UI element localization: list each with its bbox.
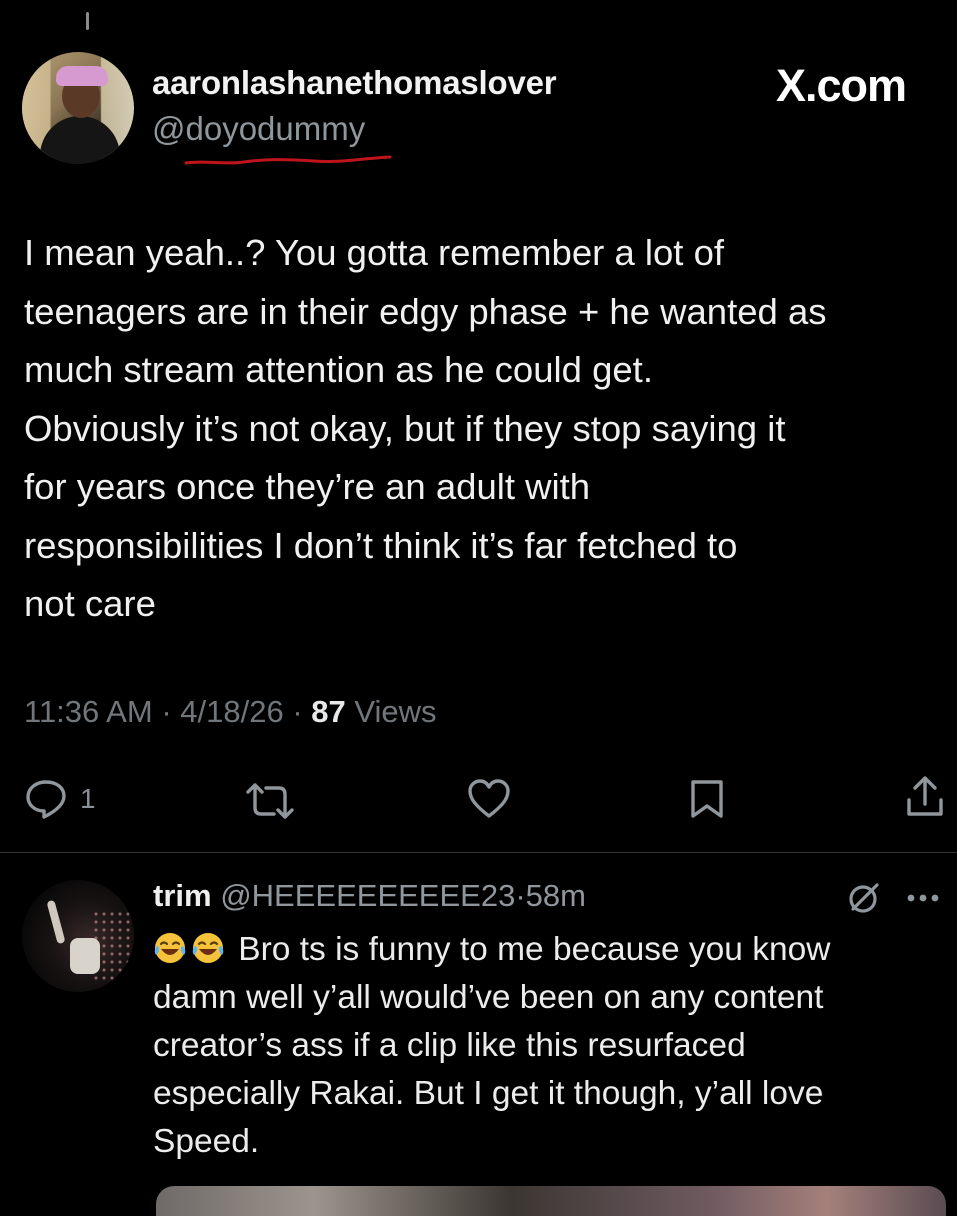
tweet-line: not care — [24, 583, 156, 624]
tweet-line: I mean yeah..? You gotta remember a lot … — [24, 232, 725, 273]
reply-display-name[interactable]: trim — [153, 878, 212, 913]
bookmark-button[interactable] — [688, 778, 726, 820]
laughing-tears-emoji-icon — [192, 933, 224, 963]
reply-time[interactable]: 58m — [526, 878, 586, 913]
views-count: 87 — [311, 694, 346, 729]
reply-text: Bro ts is funny to me because you know d… — [153, 926, 943, 1166]
reply-line: especially Rakai. But I get it though, y… — [153, 1075, 824, 1112]
reply-header-icons — [846, 880, 940, 916]
reply-line: Speed. — [153, 1123, 260, 1160]
author-avatar[interactable] — [22, 52, 134, 164]
share-icon — [907, 776, 943, 816]
reply-handle[interactable]: @HEEEEEEEEEE23 — [220, 878, 515, 913]
tweet-time[interactable]: 11:36 AM — [24, 694, 153, 729]
tweet-line: much stream attention as he could get. — [24, 349, 653, 390]
tweet-line: for years once they’re an adult with — [24, 466, 591, 507]
tweet-date[interactable]: 4/18/26 — [180, 694, 283, 729]
brand-logo: X.com — [776, 60, 907, 112]
reply-media-preview[interactable] — [156, 1186, 946, 1216]
author-handle[interactable]: @doyodummy — [152, 110, 365, 148]
views-label: Views — [354, 694, 437, 729]
reply-icon — [26, 780, 66, 819]
retweet-button[interactable] — [244, 782, 296, 820]
reply-author-avatar[interactable] — [22, 880, 134, 992]
tweet-meta: 11:36 AM · 4/18/26 · 87 Views — [24, 694, 437, 730]
like-button[interactable] — [466, 778, 512, 820]
bookmark-icon — [691, 780, 723, 818]
author-display-name[interactable]: aaronlashanethomaslover — [152, 64, 557, 102]
status-bar-indicator — [86, 12, 89, 30]
meta-separator: · — [161, 694, 172, 729]
reply-line: Bro ts is funny to me because you know — [153, 926, 943, 974]
grok-icon[interactable] — [846, 880, 882, 916]
like-icon — [468, 779, 510, 818]
meta-separator: · — [515, 878, 526, 913]
brand-text: X.com — [776, 60, 907, 111]
reply-button[interactable]: 1 — [24, 778, 96, 820]
laughing-tears-emoji-icon — [154, 933, 186, 963]
reply-count: 1 — [80, 783, 96, 814]
share-button[interactable] — [904, 774, 946, 820]
meta-separator: · — [292, 694, 303, 729]
tweet-line: Obviously it’s not okay, but if they sto… — [24, 407, 786, 449]
reply-header: trim @HEEEEEEEEEE23·58m — [153, 878, 586, 914]
more-icon[interactable] — [906, 892, 940, 904]
tweet-text: I mean yeah..? You gotta remember a lot … — [24, 224, 949, 634]
divider — [0, 852, 957, 853]
reply-line: creator’s ass if a clip like this resurf… — [153, 1027, 746, 1064]
tweet-line: teenagers are in their edgy phase + he w… — [24, 290, 827, 332]
reply-line-text: Bro ts is funny to me because you know — [229, 931, 831, 968]
tweet-line: responsibilities I don’t think it’s far … — [24, 524, 738, 566]
reply-line: damn well y’all would’ve been on any con… — [153, 979, 824, 1016]
retweet-icon — [246, 783, 294, 819]
handle-underline-annotation — [184, 155, 392, 165]
